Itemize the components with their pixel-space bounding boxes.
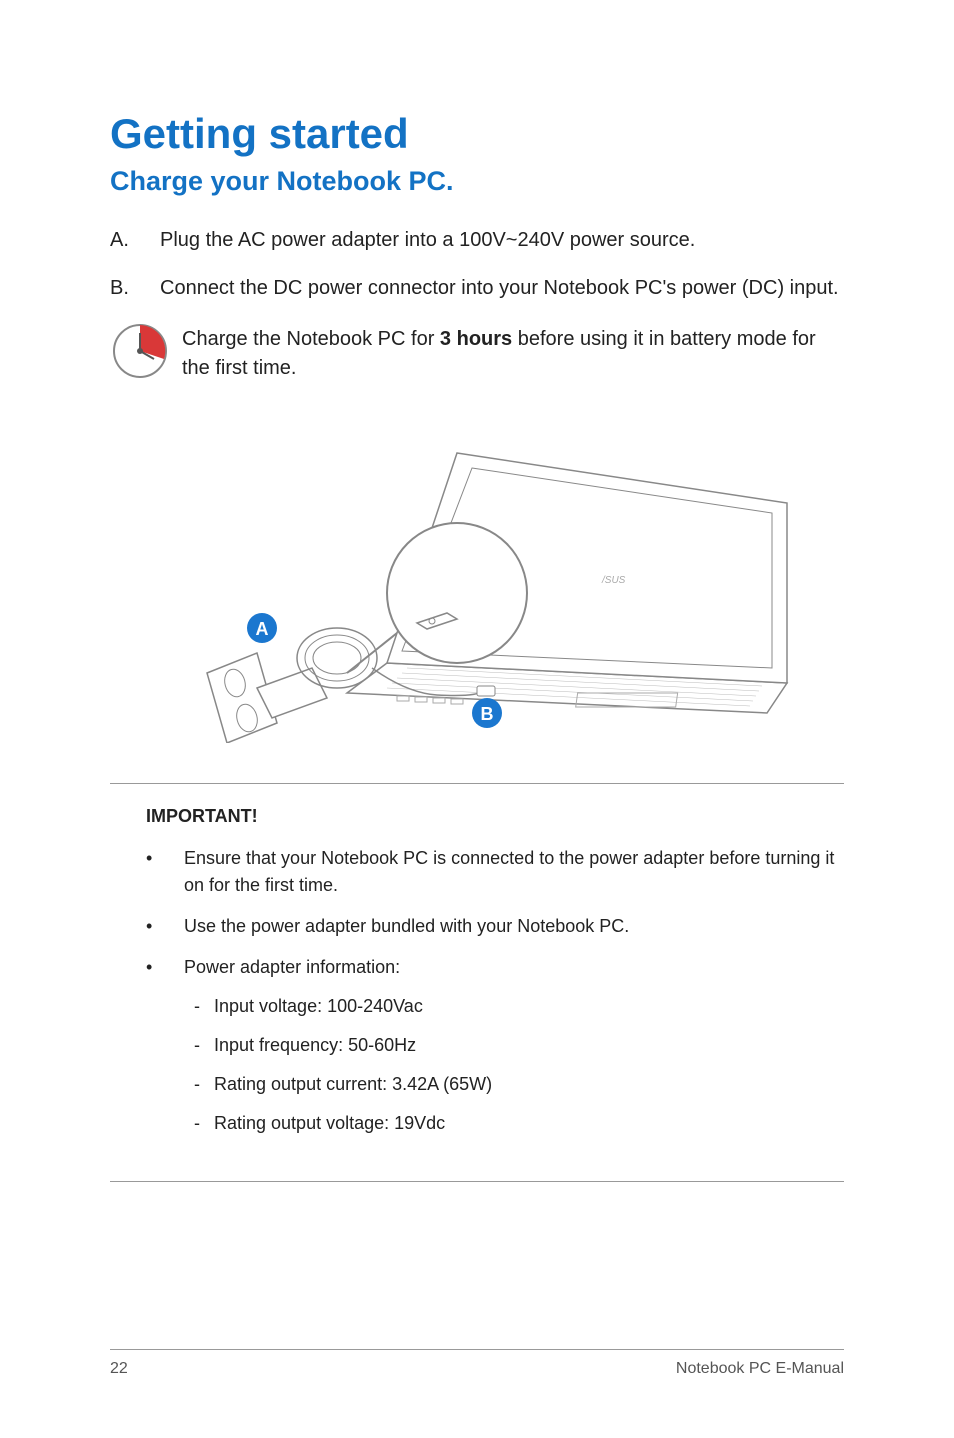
bullet-text: Ensure that your Notebook PC is connecte…	[184, 845, 844, 899]
page-footer: 22 Notebook PC E-Manual	[110, 1349, 844, 1378]
doc-title: Notebook PC E-Manual	[676, 1360, 844, 1378]
important-block: IMPORTANT! • Ensure that your Notebook P…	[110, 783, 844, 1182]
laptop-charging-diagram: A B /SUS	[110, 413, 844, 743]
clock-note: Charge the Notebook PC for 3 hours befor…	[110, 321, 844, 383]
bullet-text: Use the power adapter bundled with your …	[184, 913, 844, 940]
bullet-dot-icon: •	[146, 954, 184, 1149]
step-letter: B.	[110, 273, 160, 303]
sub-bullet-item: - Rating output voltage: 19Vdc	[184, 1110, 844, 1137]
note-bold: 3 hours	[440, 328, 512, 350]
page-number: 22	[110, 1360, 128, 1378]
step-list: A. Plug the AC power adapter into a 100V…	[110, 225, 844, 303]
bullet-item: • Ensure that your Notebook PC is connec…	[110, 845, 844, 899]
bullet-item: • Use the power adapter bundled with you…	[110, 913, 844, 940]
dash-icon: -	[184, 1071, 214, 1098]
clock-icon	[110, 321, 170, 381]
sub-bullet-text: Input frequency: 50-60Hz	[214, 1032, 416, 1059]
sub-bullet-list: - Input voltage: 100-240Vac - Input freq…	[184, 993, 844, 1137]
bullet-text: Power adapter information: - Input volta…	[184, 954, 844, 1149]
step-text: Plug the AC power adapter into a 100V~24…	[160, 225, 844, 255]
important-heading: IMPORTANT!	[146, 806, 844, 827]
bullet-dot-icon: •	[146, 845, 184, 899]
sub-bullet-item: - Input frequency: 50-60Hz	[184, 1032, 844, 1059]
sub-bullet-text: Rating output current: 3.42A (65W)	[214, 1071, 492, 1098]
step-item-b: B. Connect the DC power connector into y…	[110, 273, 844, 303]
note-pre: Charge the Notebook PC for	[182, 328, 440, 350]
callout-a: A	[256, 619, 269, 639]
clock-note-text: Charge the Notebook PC for 3 hours befor…	[182, 321, 844, 383]
section-subtitle: Charge your Notebook PC.	[110, 166, 844, 197]
step-letter: A.	[110, 225, 160, 255]
bullet-dot-icon: •	[146, 913, 184, 940]
important-bullet-list: • Ensure that your Notebook PC is connec…	[110, 845, 844, 1149]
dash-icon: -	[184, 1032, 214, 1059]
sub-bullet-item: - Input voltage: 100-240Vac	[184, 993, 844, 1020]
sub-bullet-text: Input voltage: 100-240Vac	[214, 993, 423, 1020]
step-text: Connect the DC power connector into your…	[160, 273, 844, 303]
sub-bullet-text: Rating output voltage: 19Vdc	[214, 1110, 445, 1137]
dash-icon: -	[184, 993, 214, 1020]
callout-b: B	[481, 704, 494, 724]
bullet-item: • Power adapter information: - Input vol…	[110, 954, 844, 1149]
sub-bullet-item: - Rating output current: 3.42A (65W)	[184, 1071, 844, 1098]
page-title: Getting started	[110, 110, 844, 158]
bullet-text-label: Power adapter information:	[184, 957, 400, 977]
dash-icon: -	[184, 1110, 214, 1137]
svg-text:/SUS: /SUS	[601, 575, 626, 586]
step-item-a: A. Plug the AC power adapter into a 100V…	[110, 225, 844, 255]
